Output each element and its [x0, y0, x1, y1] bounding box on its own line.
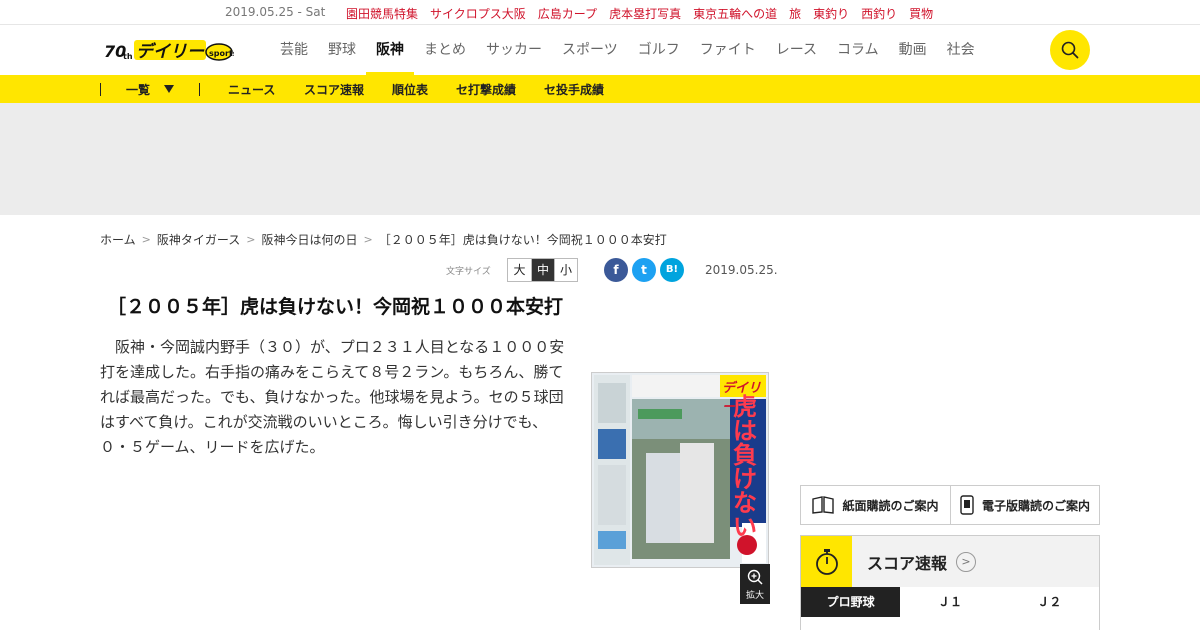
top-link[interactable]: 園田競馬特集 — [346, 5, 418, 22]
subnav-item-score[interactable]: スコア速報 — [304, 81, 364, 98]
top-link[interactable]: サイクロプス大阪 — [430, 5, 526, 22]
subnav-item-pitching[interactable]: セ投手成績 — [544, 81, 604, 98]
chevron-down-icon[interactable] — [164, 85, 174, 93]
chevron-right-icon: > — [246, 233, 256, 246]
top-links: 園田競馬特集 サイクロプス大阪 広島カープ 虎本塁打写真 東京五輪への道旅東釣り 西釣り買… — [346, 5, 945, 22]
facebook-icon[interactable]: f — [604, 258, 628, 282]
chevron-right-icon: > — [141, 233, 151, 246]
article-body: 阪神・今岡誠内野手（３０）が、プロ２３１人目となる１０００安打を達成した。右手指… — [100, 338, 565, 456]
chevron-right-icon: > — [363, 233, 373, 246]
open-book-icon — [812, 496, 835, 514]
subnav-item-standings[interactable]: 順位表 — [392, 81, 428, 98]
article-title: ［２００５年］虎は負けない！今岡祝１０００本安打 — [107, 296, 564, 318]
nav-item[interactable]: ゴルフ — [628, 25, 690, 75]
stopwatch-icon — [801, 536, 852, 587]
digital-subscription-label: 電子版購読のご案内 — [981, 498, 1090, 513]
zoom-button[interactable]: 拡大 — [740, 564, 770, 604]
team-subnav: 一覧 ニュース スコア速報 順位表 セ打撃成績 セ投手成績 — [0, 75, 1200, 103]
paper-headline: 虎は負けない — [733, 393, 757, 541]
score-title: スコア速報 — [867, 553, 948, 573]
search-button[interactable] — [1050, 30, 1090, 70]
breadcrumb-home[interactable]: ホーム — [100, 231, 136, 248]
tab-j2[interactable]: Ｊ２ — [1000, 587, 1099, 617]
font-size-small[interactable]: 小 — [554, 259, 577, 281]
nav-item[interactable]: 動画 — [889, 25, 937, 75]
breadcrumb-today[interactable]: 阪神今日は何の日 — [261, 231, 357, 248]
score-tabs: プロ野球 Ｊ１ Ｊ２ — [801, 587, 1099, 617]
subscription-links: 紙面購読のご案内 電子版購読のご案内 — [800, 485, 1100, 525]
zoom-label: 拡大 — [745, 591, 764, 601]
print-subscription-button[interactable]: 紙面購読のご案内 — [801, 486, 950, 524]
svg-text:デイリー: デイリー — [136, 42, 205, 62]
nav-item[interactable]: 芸能 — [270, 25, 318, 75]
newspaper-front-page-image[interactable]: デイリー 虎は負けない — [591, 372, 769, 568]
share-buttons: f t B! — [604, 258, 688, 282]
breadcrumb-tigers[interactable]: 阪神タイガース — [157, 231, 240, 248]
hatena-bookmark-icon[interactable]: B! — [660, 258, 684, 282]
score-widget: スコア速報 > プロ野球 Ｊ１ Ｊ２ — [800, 535, 1100, 630]
daily-logo-icon: 70 th デイリー sports — [104, 40, 238, 62]
search-icon — [1061, 41, 1079, 59]
svg-text:th: th — [123, 52, 133, 61]
top-link[interactable]: 西釣り — [861, 5, 897, 22]
nav-item[interactable]: 野球 — [318, 25, 366, 75]
nav-item[interactable]: スポーツ — [552, 25, 628, 75]
list-dropdown[interactable]: 一覧 — [126, 81, 150, 98]
nav-item[interactable]: ファイト — [690, 25, 766, 75]
font-size-medium[interactable]: 中 — [531, 259, 554, 281]
svg-text:sports: sports — [209, 49, 234, 58]
subnav-item-batting[interactable]: セ打撃成績 — [456, 81, 516, 98]
top-link[interactable]: 虎本塁打写真 — [609, 5, 681, 22]
breadcrumb: ホーム > 阪神タイガース > 阪神今日は何の日 > ［２００５年］虎は負けない… — [100, 231, 667, 248]
chevron-right-icon[interactable]: > — [956, 551, 977, 572]
divider — [100, 83, 101, 96]
print-subscription-label: 紙面購読のご案内 — [842, 498, 939, 513]
tab-j1[interactable]: Ｊ１ — [900, 587, 999, 617]
font-size-label: 文字サイズ — [446, 267, 491, 277]
font-size-large[interactable]: 大 — [508, 259, 531, 281]
top-link[interactable]: 旅 — [789, 5, 801, 22]
score-header[interactable]: スコア速報 > — [801, 536, 1099, 587]
font-size-switcher: 大 中 小 — [507, 258, 578, 282]
nav-item[interactable]: 阪神 — [366, 25, 414, 75]
ad-banner-area — [0, 103, 1200, 215]
smartphone-icon — [960, 495, 974, 515]
site-header: 70 th デイリー sports 芸能野球阪神まとめサッカースポーツゴルフファ… — [0, 25, 1200, 75]
breadcrumb-current: ［２００５年］虎は負けない！今岡祝１０００本安打 — [378, 233, 667, 247]
publish-date: 2019.05.25. — [705, 263, 778, 277]
nav-item[interactable]: レース — [766, 25, 827, 75]
twitter-icon[interactable]: t — [632, 258, 656, 282]
top-link[interactable]: 東釣り — [813, 5, 849, 22]
digital-subscription-button[interactable]: 電子版購読のご案内 — [950, 486, 1099, 524]
nav-item[interactable]: 社会 — [937, 25, 985, 75]
nav-item[interactable]: サッカー — [476, 25, 552, 75]
divider — [199, 83, 200, 96]
top-strip: 2019.05.25 - Sat 園田競馬特集 サイクロプス大阪 広島カープ 虎本塁打… — [0, 0, 1200, 25]
top-link[interactable]: 広島カープ — [538, 5, 597, 22]
current-date: 2019.05.25 - Sat — [225, 5, 326, 19]
subnav-item-news[interactable]: ニュース — [228, 81, 275, 98]
main-nav: 芸能 野球 阪神 まとめ サッカー スポーツ ゴルフ ファイト レース コラム 動画 社会 — [270, 25, 985, 75]
nav-item[interactable]: まとめ — [414, 25, 476, 75]
nav-item[interactable]: コラム — [827, 25, 889, 75]
top-link[interactable]: 東京五輪への道 — [693, 5, 777, 22]
top-link[interactable]: 買物 — [909, 5, 933, 22]
zoom-in-icon — [747, 569, 763, 585]
tab-pro-baseball[interactable]: プロ野球 — [801, 587, 901, 617]
site-logo[interactable]: 70 th デイリー sports — [104, 37, 238, 63]
